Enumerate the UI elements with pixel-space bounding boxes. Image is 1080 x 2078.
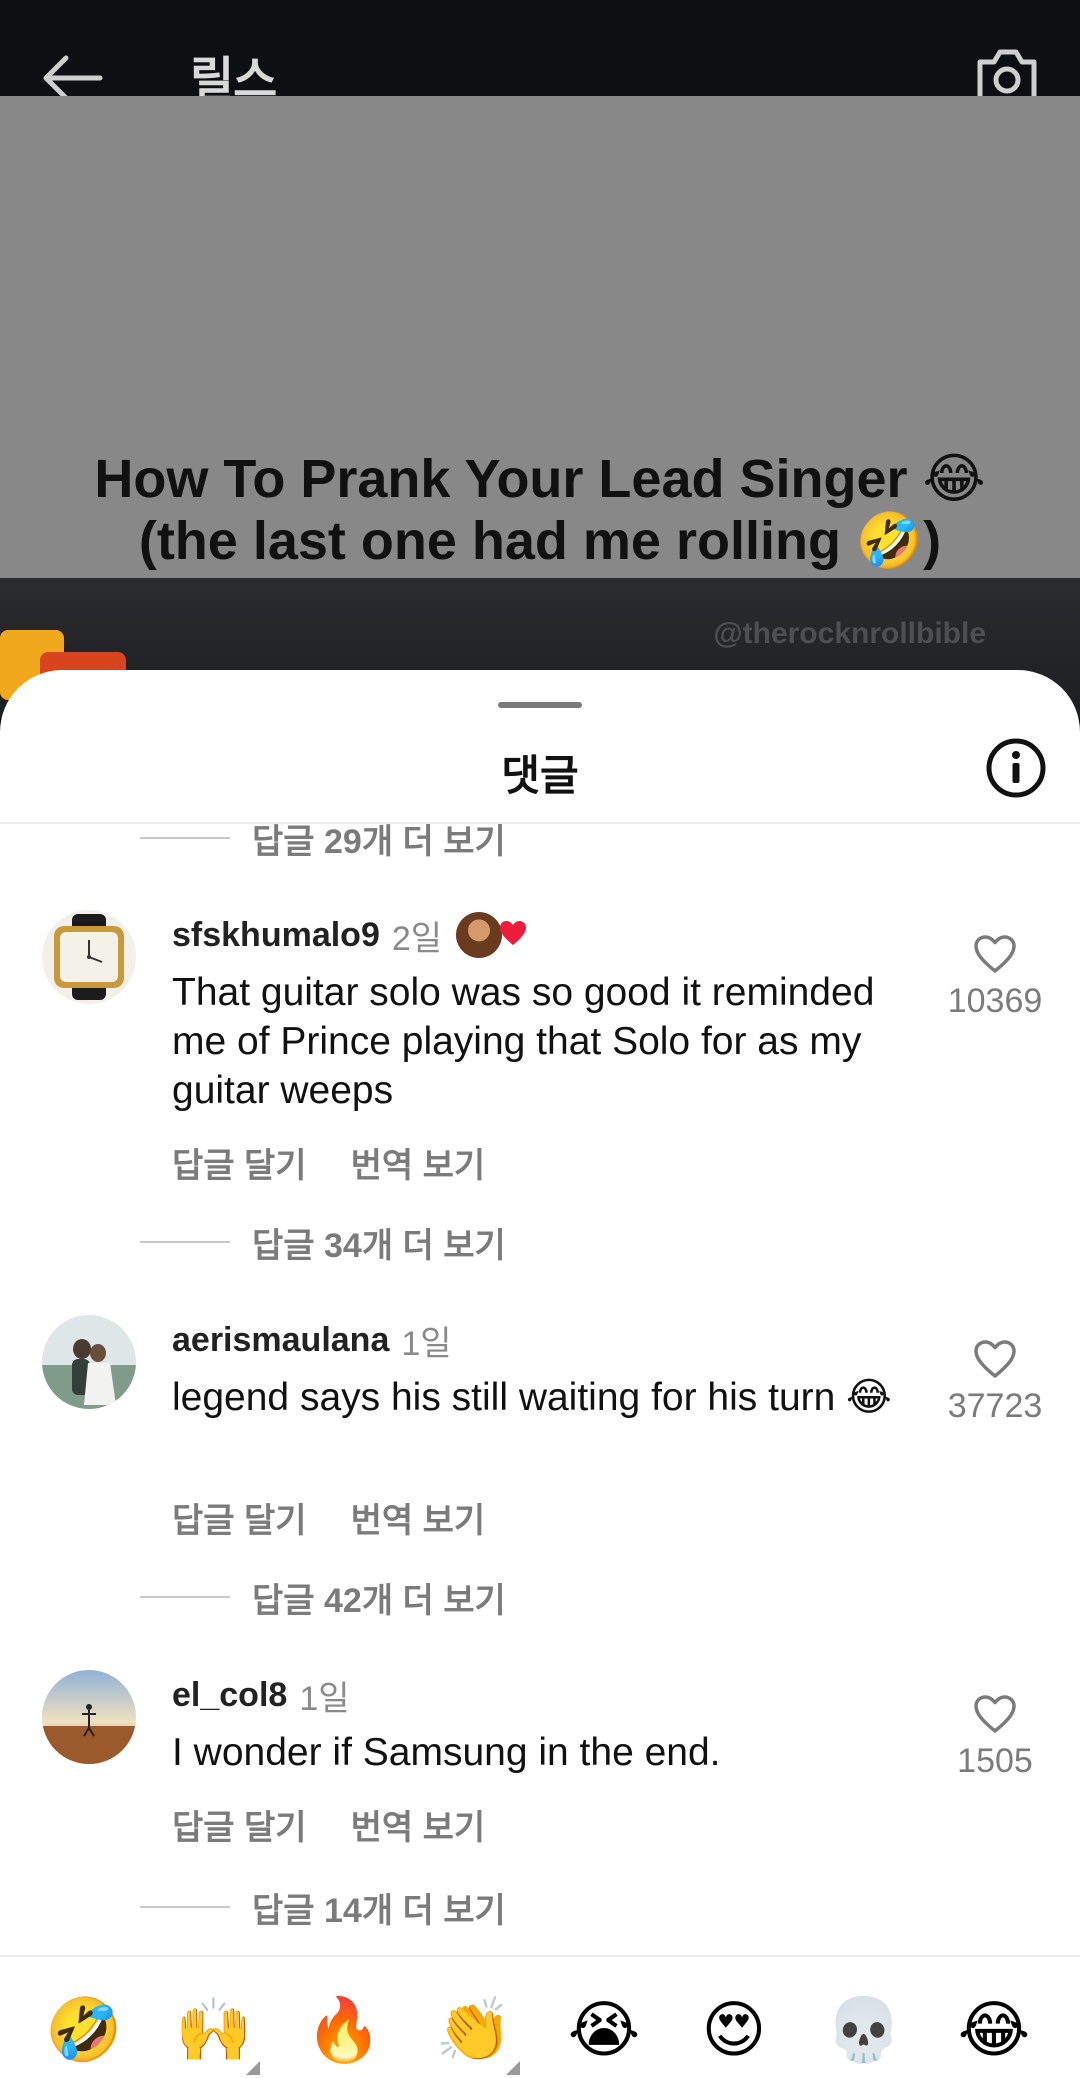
caption-line-2: (the last one had me rolling 🤣) bbox=[138, 511, 942, 571]
comment-time: 2일 bbox=[391, 919, 443, 958]
top-bar bbox=[0, 0, 1080, 96]
emoji-joy[interactable]: 😂 bbox=[954, 1991, 1034, 2071]
emoji-quick-bar: 🤣 🙌 🔥 👏 😭 😍 💀 😂 bbox=[0, 1955, 1080, 2078]
video-caption: How To Prank Your Lead Singer 😂 (the las… bbox=[0, 448, 1080, 572]
comment-meta: sfskhumalo9 2일 bbox=[172, 910, 528, 960]
emoji-clapping[interactable]: 👏 bbox=[434, 1991, 520, 2075]
emoji-fire[interactable]: 🔥 bbox=[304, 1991, 384, 2071]
avatar[interactable] bbox=[42, 1315, 136, 1409]
sheet-title: 댓글 bbox=[501, 752, 579, 799]
creator-avatar bbox=[456, 912, 503, 958]
view-more-replies-label: 답글 34개 더 보기 bbox=[252, 1226, 506, 1265]
like-count: 1505 bbox=[957, 1742, 1033, 1780]
reply-thread-line bbox=[140, 1241, 230, 1243]
avatar[interactable] bbox=[42, 910, 136, 1004]
view-more-replies-label: 답글 29개 더 보기 bbox=[252, 822, 506, 861]
skin-tone-indicator bbox=[246, 2061, 260, 2075]
view-more-replies-label: 답글 42개 더 보기 bbox=[252, 1581, 506, 1620]
view-more-replies[interactable]: 답글 14개 더 보기 bbox=[140, 1885, 506, 1930]
comment-text: I wonder if Samsung in the end. bbox=[172, 1731, 721, 1774]
translate-button[interactable]: 번역 보기 bbox=[351, 1138, 486, 1187]
comments-sheet: 댓글 답글 29개 더 보기 sfskhumalo9 2일 That guita… bbox=[0, 670, 1080, 2078]
emoji-rofl[interactable]: 🤣 bbox=[44, 1991, 124, 2071]
skin-tone-indicator bbox=[506, 2061, 520, 2075]
view-more-replies[interactable]: 답글 42개 더 보기 bbox=[140, 1575, 506, 1620]
emoji-raising-hands[interactable]: 🙌 bbox=[174, 1991, 260, 2075]
comment-username[interactable]: aerismaulana bbox=[172, 1321, 389, 1360]
view-more-replies[interactable]: 답글 29개 더 보기 bbox=[140, 816, 506, 861]
comment-actions: 답글 달기 번역 보기 bbox=[172, 1800, 485, 1849]
like-button[interactable]: 10369 bbox=[930, 934, 1060, 1021]
reply-thread-line bbox=[140, 1906, 230, 1908]
reply-thread-line bbox=[140, 837, 230, 839]
like-button[interactable]: 37723 bbox=[930, 1339, 1060, 1426]
heart-outline-icon[interactable] bbox=[973, 1339, 1017, 1379]
like-count: 10369 bbox=[947, 982, 1043, 1020]
like-count: 37723 bbox=[947, 1387, 1043, 1425]
view-more-replies[interactable]: 답글 34개 더 보기 bbox=[140, 1220, 506, 1265]
comment-time: 1일 bbox=[401, 1324, 452, 1363]
avatar[interactable] bbox=[42, 1670, 136, 1764]
translate-button[interactable]: 번역 보기 bbox=[351, 1800, 486, 1849]
comment-text: legend says his still waiting for his tu… bbox=[172, 1376, 892, 1419]
comment-text: That guitar solo was so good it reminded… bbox=[172, 971, 875, 1112]
video-watermark: @therocknrollbible bbox=[713, 617, 986, 650]
emoji-raising-hands-glyph: 🙌 bbox=[175, 1996, 253, 2065]
heart-outline-icon[interactable] bbox=[973, 1694, 1017, 1734]
view-more-replies-label: 답글 14개 더 보기 bbox=[252, 1891, 506, 1930]
translate-button[interactable]: 번역 보기 bbox=[351, 1493, 486, 1542]
comment-username[interactable]: el_col8 bbox=[172, 1676, 287, 1715]
reply-button[interactable]: 답글 달기 bbox=[172, 1493, 307, 1542]
info-icon[interactable] bbox=[984, 736, 1048, 800]
reply-thread-line bbox=[140, 1596, 230, 1598]
like-button[interactable]: 1505 bbox=[930, 1694, 1060, 1781]
comment-meta: el_col8 1일 bbox=[172, 1670, 350, 1720]
comment-time: 1일 bbox=[299, 1679, 350, 1718]
creator-liked-heart-icon bbox=[498, 919, 528, 952]
comment-meta: aerismaulana 1일 bbox=[172, 1315, 452, 1365]
sheet-drag-handle[interactable] bbox=[498, 702, 582, 708]
emoji-crying[interactable]: 😭 bbox=[564, 1991, 644, 2071]
comment-username[interactable]: sfskhumalo9 bbox=[172, 916, 380, 955]
emoji-heart-eyes[interactable]: 😍 bbox=[694, 1991, 774, 2071]
caption-line-1: How To Prank Your Lead Singer 😂 bbox=[94, 449, 986, 509]
comment-actions: 답글 달기 번역 보기 bbox=[172, 1493, 485, 1542]
emoji-clapping-glyph: 👏 bbox=[435, 1996, 513, 2065]
heart-outline-icon[interactable] bbox=[973, 934, 1017, 974]
comment-actions: 답글 달기 번역 보기 bbox=[172, 1138, 485, 1187]
reply-button[interactable]: 답글 달기 bbox=[172, 1800, 307, 1849]
emoji-skull[interactable]: 💀 bbox=[824, 1991, 904, 2071]
reply-button[interactable]: 답글 달기 bbox=[172, 1138, 307, 1187]
